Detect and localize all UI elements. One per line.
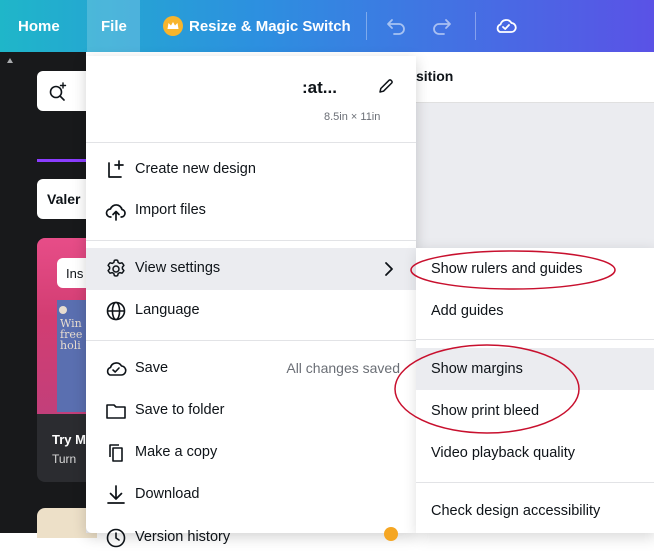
redo-icon[interactable]	[430, 14, 454, 38]
menu-divider	[416, 339, 654, 340]
design-size: 8.5in × 11in	[324, 111, 381, 123]
submenu-item-show-margins[interactable]: Show margins	[416, 348, 654, 390]
file-menu: :at... 8.5in × 11in Create new design Im…	[86, 56, 416, 548]
menu-item-label: Version history	[135, 529, 231, 545]
menu-item-import-files[interactable]: Import files	[86, 190, 416, 232]
magic-search-icon	[49, 82, 67, 101]
cloud-check-icon[interactable]	[494, 14, 518, 38]
menu-item-label: Save to folder	[135, 402, 225, 418]
view-settings-submenu: Show rulers and guides Add guides Show m…	[416, 248, 654, 533]
promo-subtitle: Turn	[52, 452, 77, 466]
save-status-text: All changes saved	[286, 360, 400, 376]
globe-icon	[106, 301, 126, 321]
scroll-up-arrow-icon[interactable]	[7, 58, 13, 63]
menu-item-view-settings[interactable]: View settings	[86, 248, 416, 290]
folder-icon	[106, 404, 126, 419]
thumb-dot	[59, 306, 67, 314]
menu-item-label: Make a copy	[135, 444, 218, 460]
cloud-upload-icon	[105, 204, 126, 221]
submenu-item-label: Check design accessibility	[431, 503, 601, 519]
menu-divider	[416, 482, 654, 483]
submenu-item-label: Add guides	[431, 303, 504, 319]
premium-badge-icon	[384, 527, 398, 541]
gear-icon	[107, 259, 125, 277]
chevron-right-icon	[385, 262, 393, 276]
submenu-item-label: Video playback quality	[431, 445, 576, 461]
submenu-item-label: Show print bleed	[431, 403, 540, 419]
canvas-header-text: sition	[416, 68, 454, 84]
resize-magic-switch-button[interactable]: Resize & Magic Switch	[189, 0, 351, 52]
clock-icon	[106, 528, 126, 548]
copy-icon	[109, 444, 123, 462]
add-page-icon	[108, 160, 124, 178]
submenu-item-check-design-accessibility[interactable]: Check design accessibility	[416, 490, 654, 532]
menu-divider	[86, 340, 416, 341]
download-icon	[107, 485, 125, 504]
submenu-item-add-guides[interactable]: Add guides	[416, 290, 654, 332]
submenu-item-show-print-bleed[interactable]: Show print bleed	[416, 390, 654, 432]
menu-item-download[interactable]: Download	[86, 474, 416, 516]
menu-item-label: Import files	[135, 202, 206, 218]
design-title[interactable]: :at...	[302, 78, 337, 98]
submenu-item-label: Show rulers and guides	[431, 261, 583, 277]
menu-item-version-history[interactable]: Version history	[86, 517, 416, 559]
promo-title: Try M	[52, 432, 86, 447]
menu-item-language[interactable]: Language	[86, 290, 416, 332]
top-bar: Home File Resize & Magic Switch	[0, 0, 654, 52]
submenu-item-video-playback-quality[interactable]: Video playback quality	[416, 432, 654, 474]
menu-item-make-a-copy[interactable]: Make a copy	[86, 432, 416, 474]
home-button[interactable]: Home	[18, 0, 60, 52]
menu-item-label: View settings	[135, 260, 221, 276]
menu-item-label: Create new design	[135, 161, 256, 177]
menu-divider	[86, 142, 416, 143]
divider	[475, 12, 476, 40]
menu-divider	[86, 240, 416, 241]
menu-item-label: Download	[135, 486, 200, 502]
menu-item-save-to-folder[interactable]: Save to folder	[86, 390, 416, 432]
pencil-icon[interactable]	[376, 76, 396, 96]
menu-item-save[interactable]: Save All changes saved	[86, 348, 416, 390]
menu-item-create-new-design[interactable]: Create new design	[86, 149, 416, 191]
file-button[interactable]: File	[101, 0, 127, 52]
menu-item-label: Language	[135, 302, 200, 318]
divider	[366, 12, 367, 40]
submenu-item-show-rulers-and-guides[interactable]: Show rulers and guides	[416, 248, 654, 290]
thumb-text-line: holi	[60, 339, 81, 352]
undo-icon[interactable]	[384, 14, 408, 38]
cloud-check-icon	[106, 362, 127, 376]
submenu-item-label: Show margins	[431, 361, 523, 377]
crown-icon	[163, 16, 183, 36]
menu-item-label: Save	[135, 360, 169, 376]
